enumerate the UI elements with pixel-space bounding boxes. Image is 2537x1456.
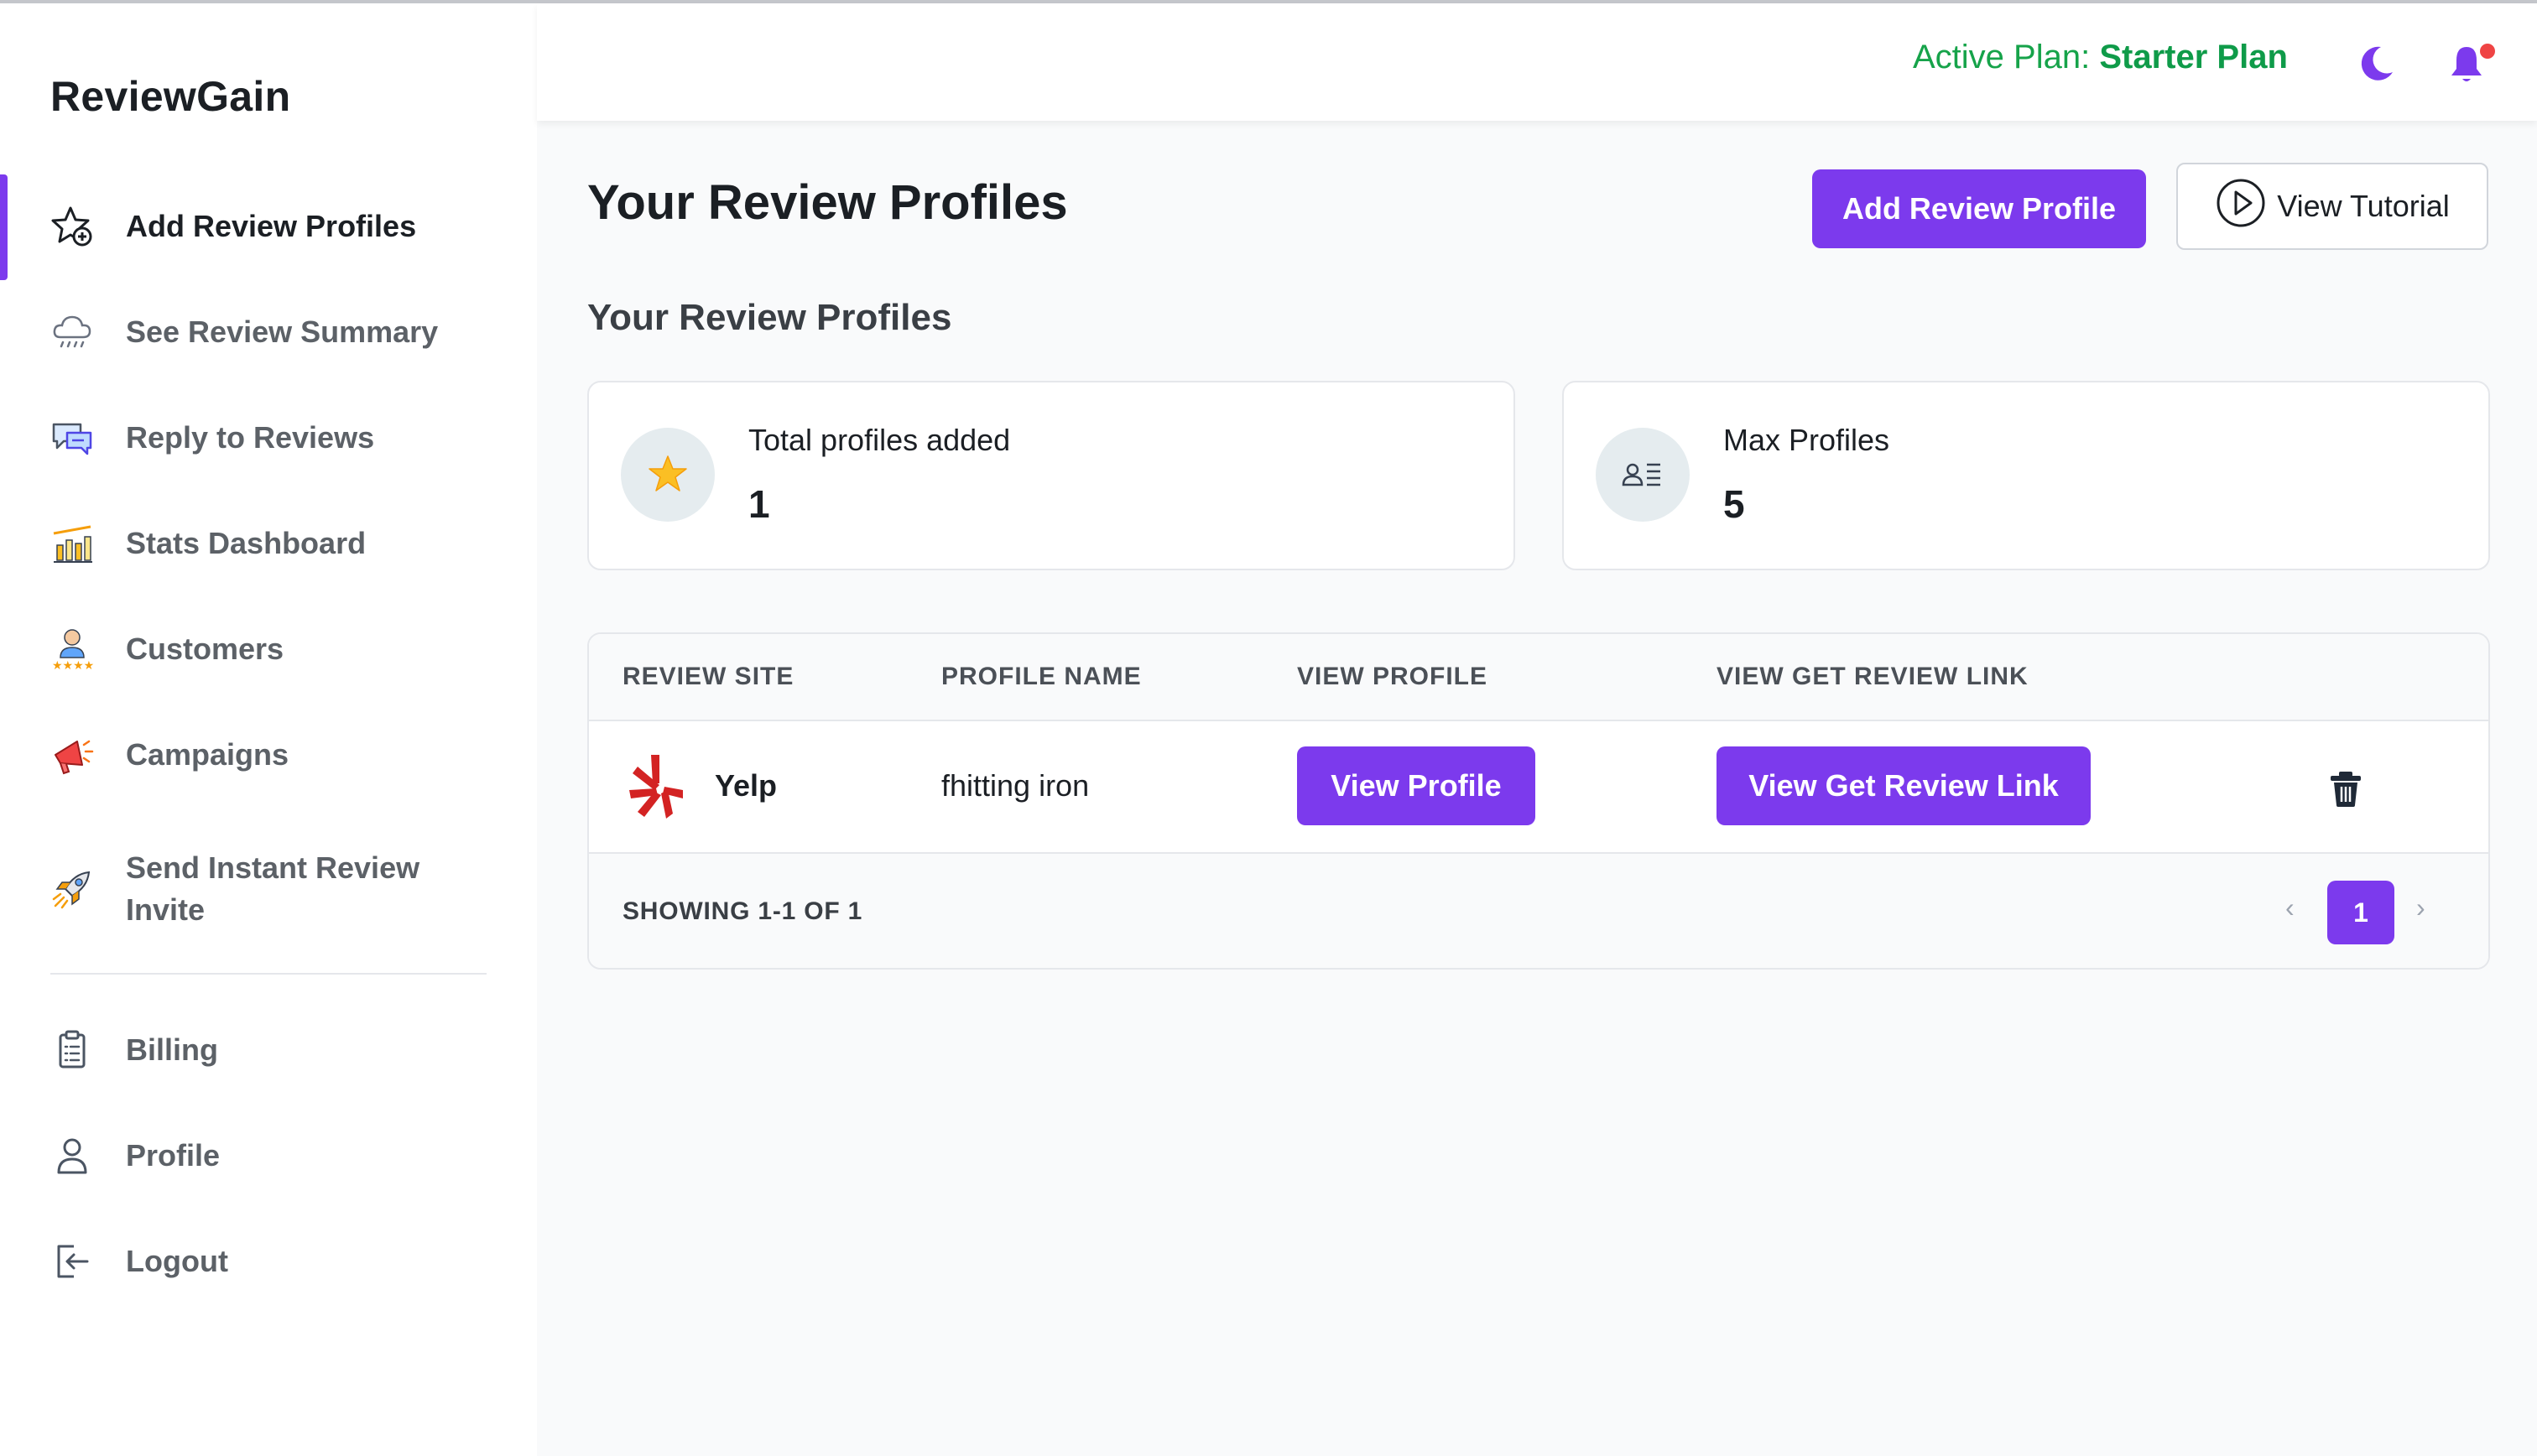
total-profiles-value: 1 xyxy=(748,482,770,526)
max-profiles-value: 5 xyxy=(1723,482,1745,526)
notification-badge xyxy=(2480,44,2495,59)
page-title: Your Review Profiles xyxy=(587,175,1068,230)
column-header-view-get-review-link: VIEW GET REVIEW LINK xyxy=(1717,663,2029,690)
sidebar-item-label: Send Instant Review Invite xyxy=(126,850,420,927)
sidebar-item-customers[interactable]: ★★★★ Customers xyxy=(0,607,537,691)
user-icon xyxy=(49,1132,96,1179)
rocket-icon xyxy=(49,866,96,913)
table-row: Yelp fhitting iron View Profile View Get… xyxy=(589,721,2488,854)
view-tutorial-button[interactable]: View Tutorial xyxy=(2176,163,2488,250)
profile-name-cell: fhitting iron xyxy=(941,768,1090,803)
sidebar-item-billing[interactable]: Billing xyxy=(0,1008,537,1092)
bar-chart-icon xyxy=(49,520,96,567)
sidebar-divider xyxy=(50,973,487,975)
clipboard-icon xyxy=(49,1027,96,1074)
column-header-review-site: REVIEW SITE xyxy=(623,663,794,690)
max-profiles-card: Max Profiles 5 xyxy=(1562,381,2490,570)
trash-icon[interactable] xyxy=(2327,768,2364,809)
sidebar-item-logout[interactable]: Logout xyxy=(0,1219,537,1303)
profile-list-icon xyxy=(1596,428,1690,522)
active-plan-indicator: Active Plan: Starter Plan xyxy=(1913,39,2288,76)
megaphone-icon xyxy=(49,731,96,778)
sidebar-item-add-review-profiles[interactable]: Add Review Profiles xyxy=(0,174,537,280)
total-profiles-label: Total profiles added xyxy=(748,423,1011,457)
cloud-rain-icon xyxy=(49,309,96,356)
sidebar-item-label: Reply to Reviews xyxy=(126,420,375,455)
pagination-next-button[interactable]: › xyxy=(2416,892,2425,923)
section-title: Your Review Profiles xyxy=(587,297,952,338)
sidebar-item-profile[interactable]: Profile xyxy=(0,1114,537,1198)
table-footer: SHOWING 1-1 OF 1 ‹ 1 › xyxy=(589,854,2488,968)
view-get-review-link-button[interactable]: View Get Review Link xyxy=(1717,746,2091,825)
review-profiles-table: REVIEW SITE PROFILE NAME VIEW PROFILE VI… xyxy=(587,632,2490,970)
sidebar-item-label: See Review Summary xyxy=(126,315,439,349)
review-site-name: Yelp xyxy=(715,768,778,803)
star-icon xyxy=(621,428,715,522)
max-profiles-label: Max Profiles xyxy=(1723,423,1890,457)
sidebar-item-label: Customers xyxy=(126,632,284,666)
top-bar: Active Plan: Starter Plan xyxy=(537,3,2537,121)
total-profiles-card: Total profiles added 1 xyxy=(587,381,1515,570)
svg-text:★★★★: ★★★★ xyxy=(52,659,94,673)
app-logo-text[interactable]: ReviewGain xyxy=(50,72,290,121)
add-review-profile-button[interactable]: Add Review Profile xyxy=(1812,169,2146,248)
logout-icon xyxy=(49,1238,96,1285)
sidebar-item-label: Logout xyxy=(126,1244,228,1278)
pagination-page-1[interactable]: 1 xyxy=(2327,881,2394,944)
sidebar-item-label: Billing xyxy=(126,1032,218,1067)
sidebar-item-label: Stats Dashboard xyxy=(126,526,367,560)
pagination-prev-button[interactable]: ‹ xyxy=(2285,892,2295,923)
sidebar-item-label: Campaigns xyxy=(126,737,289,772)
main-content: Active Plan: Starter Plan Your Review Pr… xyxy=(537,3,2537,1456)
active-plan-name: Starter Plan xyxy=(2099,39,2288,75)
dark-mode-moon-icon[interactable] xyxy=(2352,40,2399,87)
customer-stars-icon: ★★★★ xyxy=(49,626,96,673)
sidebar: ReviewGain Add Review Profiles See Revie… xyxy=(0,3,537,1456)
pagination-summary: SHOWING 1-1 OF 1 xyxy=(623,897,863,925)
view-profile-button[interactable]: View Profile xyxy=(1297,746,1535,825)
sidebar-item-send-instant-review-invite[interactable]: Send Instant Review Invite xyxy=(0,839,537,939)
table-header: REVIEW SITE PROFILE NAME VIEW PROFILE VI… xyxy=(589,634,2488,721)
chat-bubbles-icon xyxy=(49,414,96,461)
star-plus-icon xyxy=(49,203,96,250)
view-tutorial-label: View Tutorial xyxy=(2277,189,2450,223)
column-header-view-profile: VIEW PROFILE xyxy=(1297,663,1488,690)
active-plan-label: Active Plan: xyxy=(1913,39,2091,75)
sidebar-item-stats-dashboard[interactable]: Stats Dashboard xyxy=(0,502,537,585)
column-header-profile-name: PROFILE NAME xyxy=(941,663,1142,690)
play-circle-icon xyxy=(2215,177,2267,237)
sidebar-item-reply-to-reviews[interactable]: Reply to Reviews xyxy=(0,396,537,480)
sidebar-item-see-review-summary[interactable]: See Review Summary xyxy=(0,290,537,374)
yelp-logo-icon xyxy=(626,751,686,820)
sidebar-item-label: Add Review Profiles xyxy=(126,209,417,243)
sidebar-item-campaigns[interactable]: Campaigns xyxy=(0,713,537,797)
sidebar-item-label: Profile xyxy=(126,1138,221,1173)
